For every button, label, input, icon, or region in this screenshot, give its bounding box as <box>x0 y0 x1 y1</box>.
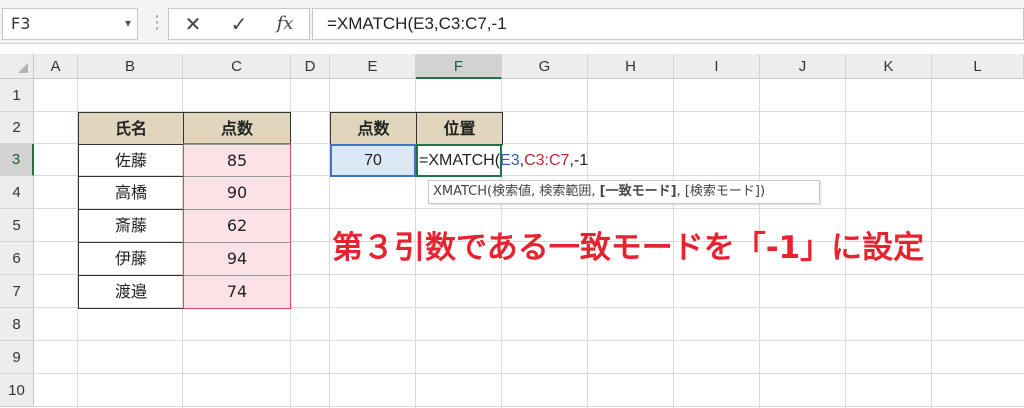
tooltip-arg-match-mode[interactable]: [一致モード] <box>600 184 677 199</box>
tooltip-function[interactable]: XMATCH( <box>433 184 492 199</box>
row-header-4[interactable]: 4 <box>0 176 34 209</box>
row-header-8[interactable]: 8 <box>0 308 34 341</box>
column-header-g[interactable]: G <box>502 54 588 79</box>
formula-ref-e3: E3 <box>500 152 520 169</box>
column-header-i[interactable]: I <box>674 54 760 79</box>
name-cell[interactable]: 伊藤 <box>78 242 184 276</box>
formula-prefix: =XMATCH( <box>419 152 501 169</box>
select-all-button[interactable] <box>0 54 34 79</box>
formula-buttons: ✕ ✓ fx <box>168 8 310 40</box>
lookup-header-score[interactable]: 点数 <box>330 112 417 145</box>
select-all-triangle-icon <box>18 63 28 73</box>
column-header-b[interactable]: B <box>78 54 183 79</box>
name-cell[interactable]: 渡邉 <box>78 275 184 309</box>
column-header-d[interactable]: D <box>291 54 330 79</box>
row-header-2[interactable]: 2 <box>0 112 34 144</box>
name-box-dropdown-icon[interactable]: ▾ <box>118 8 138 40</box>
column-header-h[interactable]: H <box>588 54 674 79</box>
row-header-7[interactable]: 7 <box>0 275 34 308</box>
column-header-c[interactable]: C <box>183 54 291 79</box>
lookup-value-text: 70 <box>364 152 382 169</box>
row-header-9[interactable]: 9 <box>0 341 34 374</box>
column-header-k[interactable]: K <box>846 54 932 79</box>
name-cell[interactable]: 斎藤 <box>78 209 184 243</box>
row-header-1[interactable]: 1 <box>0 79 34 112</box>
header-score[interactable]: 点数 <box>183 112 291 145</box>
row-header-6[interactable]: 6 <box>0 242 34 275</box>
formula-rest: ,-1 <box>569 152 589 169</box>
tooltip-arg-search-mode[interactable]: [検索モード]) <box>685 184 765 199</box>
tooltip-sep: , <box>591 184 600 199</box>
formula-bar-resize-handle[interactable]: ⋮ <box>148 10 166 38</box>
tooltip-sep: , <box>676 184 685 199</box>
row-header-5[interactable]: 5 <box>0 209 34 242</box>
column-header-a[interactable]: A <box>34 54 78 79</box>
header-name[interactable]: 氏名 <box>78 112 184 145</box>
tooltip-arg-lookup-value[interactable]: 検索値 <box>492 184 531 199</box>
column-header-l[interactable]: L <box>932 54 1024 79</box>
column-header-j[interactable]: J <box>760 54 846 79</box>
function-argument-tooltip: XMATCH(検索値, 検索範囲, [一致モード], [検索モード]) <box>428 180 820 204</box>
insert-function-icon[interactable]: fx <box>265 9 305 39</box>
column-header-f[interactable]: F <box>416 54 502 79</box>
annotation-text: 第３引数である一致モードを「-1」に設定 <box>332 230 925 266</box>
column-header-e[interactable]: E <box>330 54 416 79</box>
row-header-10[interactable]: 10 <box>0 374 34 407</box>
name-cell[interactable]: 高橋 <box>78 176 184 210</box>
enter-check-icon[interactable]: ✓ <box>219 9 259 39</box>
cell-formula-text[interactable]: =XMATCH(E3,C3:C7,-1 <box>419 144 639 177</box>
formula-input[interactable]: =XMATCH(E3,C3:C7,-1 <box>312 8 1024 40</box>
lookup-header-position[interactable]: 位置 <box>416 112 503 145</box>
tooltip-arg-lookup-array[interactable]: 検索範囲 <box>539 184 591 199</box>
reference-range-highlight <box>183 143 291 309</box>
name-cell[interactable]: 佐藤 <box>78 144 184 177</box>
row-header-3[interactable]: 3 <box>0 144 34 176</box>
cancel-icon[interactable]: ✕ <box>173 9 213 39</box>
formula-ref-range: C3:C7 <box>524 152 570 169</box>
